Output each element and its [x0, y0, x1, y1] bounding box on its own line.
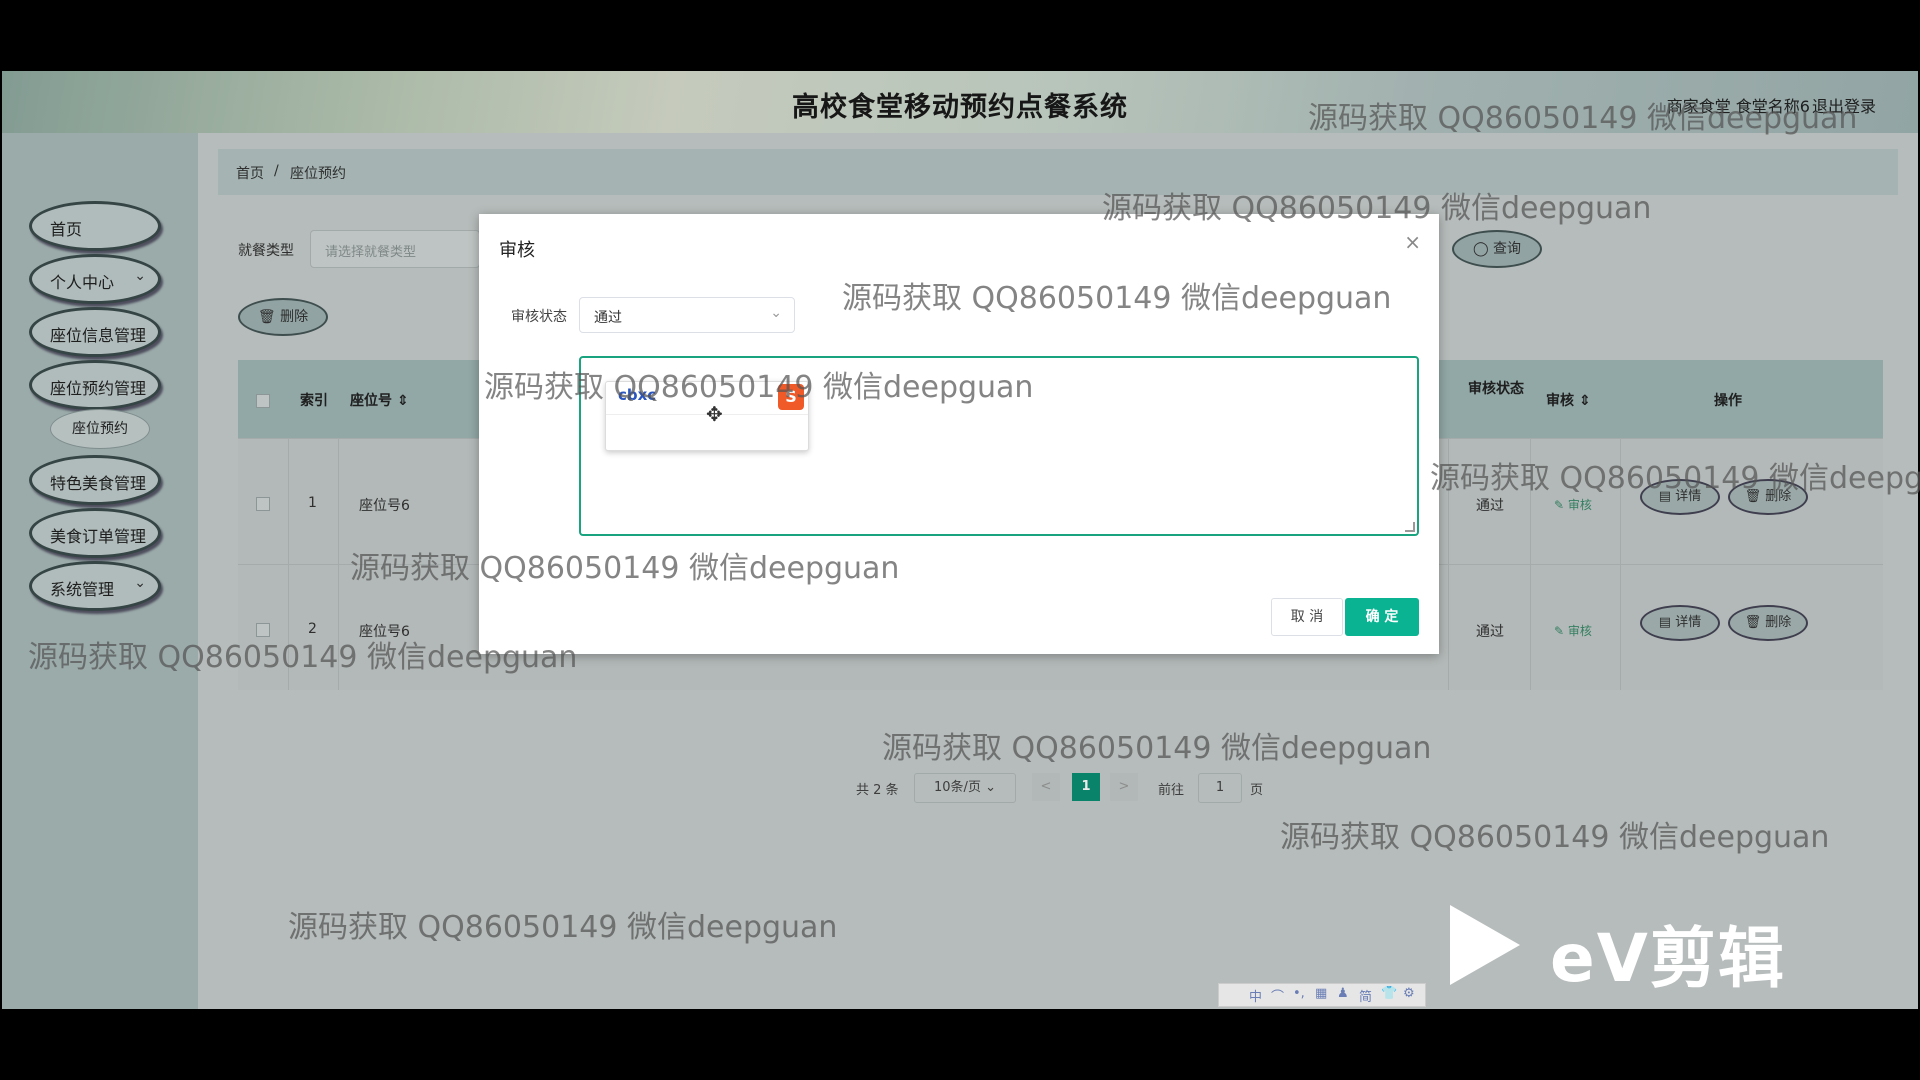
watermark: 源码获取 QQ86050149 微信deepguan [28, 640, 578, 675]
watermark: 源码获取 QQ86050149 微信deepguan [842, 281, 1392, 316]
audit-status-label: 审核状态 [511, 309, 567, 325]
ime-status-bar[interactable]: 中 ⌒ •, ▦ ♟ 简 👕 ⚙ [1218, 983, 1426, 1007]
ime-user-icon[interactable]: ♟ [1337, 986, 1349, 1001]
ime-skin-icon[interactable]: 👕 [1381, 986, 1397, 1001]
ime-keyboard-icon[interactable]: ▦ [1315, 986, 1327, 1001]
watermark: 源码获取 QQ86050149 微信deepguan [882, 731, 1432, 766]
gear-icon[interactable]: ⚙ [1403, 986, 1415, 1001]
watermark: 源码获取 QQ86050149 微信deepguan [484, 370, 1034, 405]
watermark: 源码获取 QQ86050149 微信deepguan [288, 910, 838, 945]
watermark: 源码获取 QQ86050149 微信deepguan [350, 551, 900, 586]
dialog-title: 审核 [499, 240, 535, 261]
chevron-down-icon: ⌄ [770, 305, 782, 321]
resize-handle-icon[interactable] [1405, 522, 1415, 532]
ime-chinese-mode-icon[interactable]: 中 [1249, 986, 1262, 1005]
audit-status-select[interactable]: 通过 ⌄ [579, 297, 795, 333]
ime-moon-icon[interactable]: ⌒ [1271, 986, 1284, 1005]
confirm-button[interactable]: 确 定 [1345, 598, 1419, 636]
letterbox-top [0, 0, 1920, 71]
play-icon [1450, 905, 1520, 985]
close-icon[interactable]: × [1404, 230, 1421, 254]
ime-simplified-icon[interactable]: 简 [1359, 986, 1372, 1005]
ev-logo-text: eV剪辑 [1550, 920, 1786, 997]
watermark: 源码获取 QQ86050149 微信deepguan [1308, 101, 1858, 136]
ime-punctuation-icon[interactable]: •, [1293, 986, 1305, 1001]
letterbox-bottom [0, 1009, 1920, 1080]
ev-editor-logo: eV剪辑 [1450, 905, 1830, 997]
audit-status-value: 通过 [594, 310, 622, 326]
watermark: 源码获取 QQ86050149 微信deepguan [1430, 461, 1920, 496]
watermark: 源码获取 QQ86050149 微信deepguan [1102, 191, 1652, 226]
watermark: 源码获取 QQ86050149 微信deepguan [1280, 820, 1830, 855]
cancel-button[interactable]: 取 消 [1271, 598, 1343, 636]
